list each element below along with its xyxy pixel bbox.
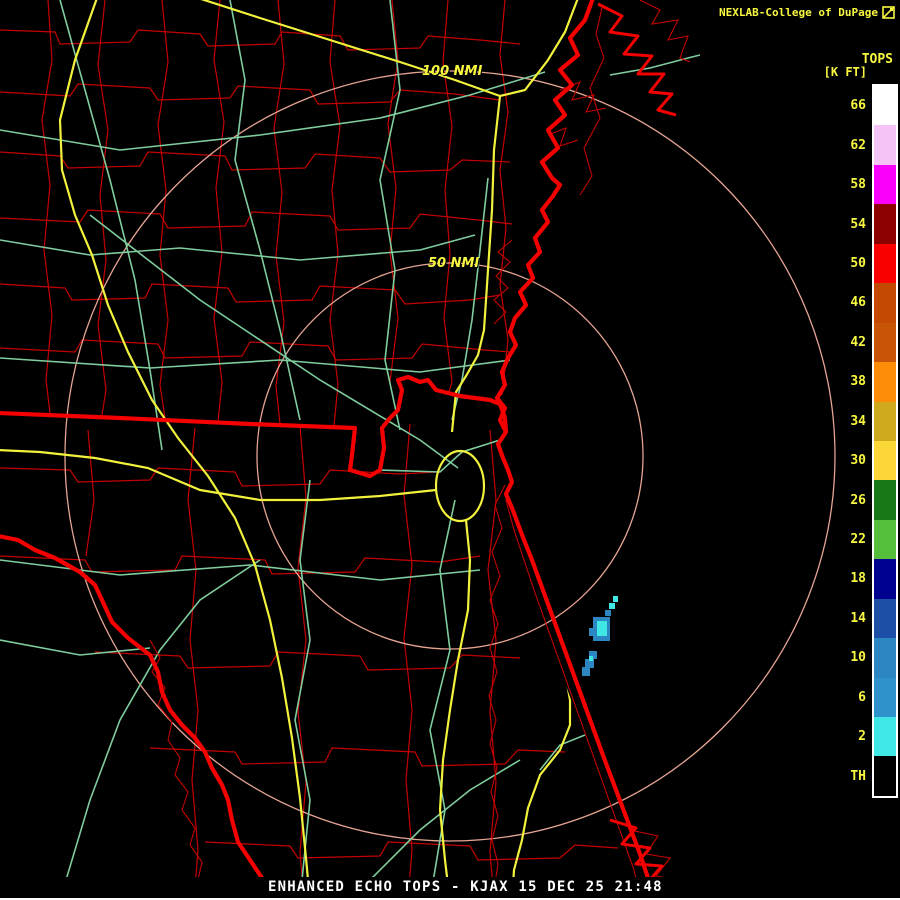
colorbar-units: [K FT] (823, 65, 867, 79)
colorbar-tick-label: 6 (858, 689, 866, 705)
highway-i95-south (438, 519, 472, 900)
colorbar-segment (874, 86, 896, 126)
colorbar-tick-label: 62 (850, 137, 866, 153)
range-ring-50nmi (256, 262, 644, 650)
colorbar-segment (874, 519, 896, 560)
gulf-coastline (0, 534, 278, 900)
colorbar-segment (874, 125, 896, 165)
savannah-estuary (597, 2, 677, 117)
colorbar-segment (874, 677, 896, 717)
county-lines (0, 0, 619, 900)
cod-logo-icon (882, 6, 895, 19)
colorbar-tick-label: 46 (850, 295, 866, 311)
status-text: ENHANCED ECHO TOPS - KJAX 15 DEC 25 21:4… (268, 879, 663, 895)
colorbar-tick-label: 2 (858, 729, 866, 745)
roads-green-coastal (539, 54, 701, 771)
radar-echoes (582, 596, 618, 676)
colorbar-tick-label: TH (850, 768, 866, 784)
colorbar-segment (874, 598, 896, 639)
colorbar-segment (874, 401, 896, 441)
radar-map-svg (0, 0, 836, 900)
colorbar-tick-label: 50 (850, 255, 866, 271)
colorbar-segment (874, 638, 896, 678)
colorbar-segment (874, 717, 896, 757)
colorbar-segment (874, 243, 896, 284)
highway-jax-beltway (434, 449, 486, 523)
radar-screen: 100 NMI 50 NMI NEXLAB-College of DuPage … (0, 0, 900, 900)
colorbar-tick-label: 54 (850, 216, 866, 232)
colorbar-segment (874, 322, 896, 363)
credit-text: NEXLAB-College of DuPage (719, 6, 878, 19)
colorbar-segment (874, 204, 896, 244)
colorbar-labels: 66 62 58 54 50 46 42 38 34 30 26 22 18 14 10 6 2 TH (830, 86, 866, 796)
highway-us1-coastal (508, 469, 572, 900)
colorbar-tick-label: 26 (850, 492, 866, 508)
colorbar-segment (874, 283, 896, 323)
colorbar-tick-label: 10 (850, 650, 866, 666)
range-label-50nmi: 50 NMI (428, 256, 480, 271)
colorbar-tick-label: 66 (850, 98, 866, 114)
colorbar-tick-label: 38 (850, 374, 866, 390)
colorbar-segment (874, 164, 896, 205)
colorbar-segments (872, 84, 898, 798)
colorbar-segment (874, 756, 896, 796)
colorbar-tick-label: 30 (850, 453, 866, 469)
coastline (494, 0, 677, 900)
colorbar-segment (874, 480, 896, 520)
credit-line: NEXLAB-College of DuPage (719, 6, 895, 19)
colorbar-tick-label: 34 (850, 413, 866, 429)
colorbar-segment (874, 362, 896, 402)
highway-i16 (197, 0, 580, 98)
range-label-100nmi: 100 NMI (422, 64, 483, 79)
colorbar-segment (874, 440, 896, 481)
colorbar-tick-label: 14 (850, 610, 866, 626)
ga-fl-border (0, 374, 509, 479)
colorbar-tick-label: 22 (850, 532, 866, 548)
colorbar-tick-label: 58 (850, 177, 866, 193)
colorbar-segment (874, 559, 896, 599)
echo-cell-north (589, 596, 618, 641)
echo-cell-south (582, 651, 597, 676)
colorbar-tick-label: 18 (850, 571, 866, 587)
colorbar-tick-label: 42 (850, 334, 866, 350)
atlantic-coastline (494, 0, 656, 900)
